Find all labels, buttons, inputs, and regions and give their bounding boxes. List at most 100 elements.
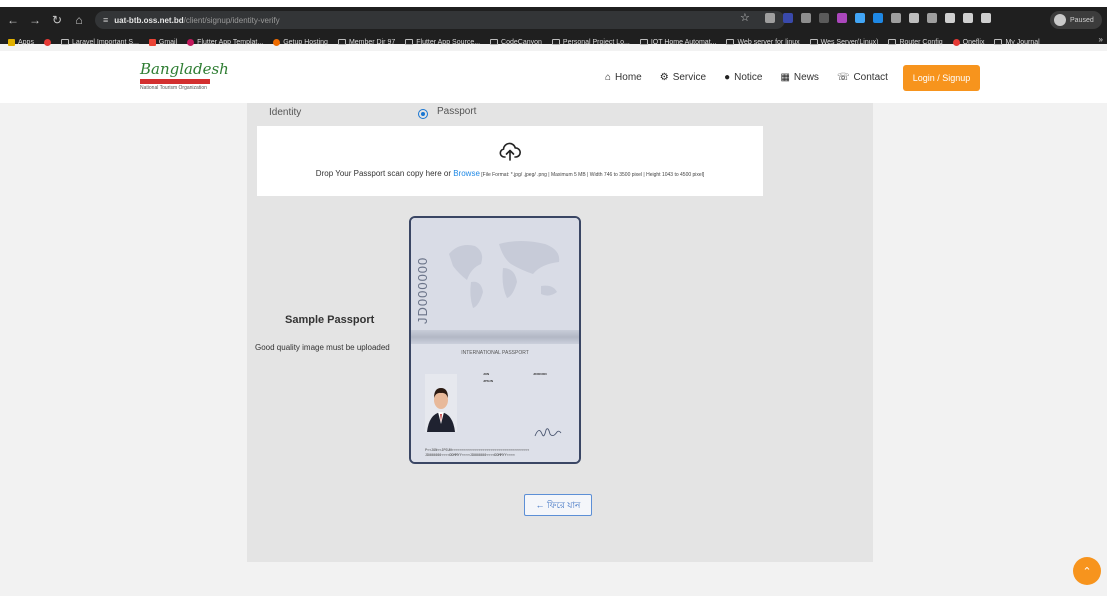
folder-icon: [994, 39, 1003, 45]
back-arrow-icon[interactable]: ←: [4, 11, 22, 29]
folder-icon: [490, 39, 499, 45]
menu-news[interactable]: ▦ News: [780, 72, 818, 83]
extension-icon[interactable]: [783, 13, 793, 23]
file-format-note: [File Format: *.jpg/ .jpeg/ .png | Maxim…: [479, 172, 705, 178]
passport-fold: [411, 330, 579, 344]
sample-passport-image: JD000000 INTERNATIONAL PASSPORT JON JPSU…: [409, 216, 581, 464]
passport-radio-label[interactable]: Passport: [437, 106, 476, 117]
apps-grid-icon: [8, 38, 15, 46]
menu-service[interactable]: ⚙ Service: [660, 72, 706, 83]
passport-data-page: INTERNATIONAL PASSPORT JON JPSUN JD00000…: [411, 344, 579, 462]
passport-heading: INTERNATIONAL PASSPORT: [461, 350, 529, 356]
logo-text: Bangladesh: [140, 60, 229, 78]
double-chevron-up-icon: ⌃: [1082, 565, 1092, 578]
flutter-icon: [187, 38, 195, 46]
folder-icon: [337, 39, 346, 45]
url-host: uat-btb.oss.net.bd: [114, 15, 184, 25]
avatar: [1054, 14, 1066, 26]
passport-mrz: P<<JON<<JPSUN<<<<<<<<<<<<<<<<<<<<<<<<<<<…: [425, 448, 530, 457]
bookmark-star-icon[interactable]: ☆: [740, 11, 750, 24]
bookmark-item[interactable]: Laravel Important S...: [60, 39, 139, 46]
download-icon[interactable]: [963, 13, 973, 23]
extension-icon[interactable]: [801, 13, 811, 23]
bookmark-item[interactable]: Web server for linux: [726, 39, 800, 46]
address-bar[interactable]: ≡ uat-btb.oss.net.bd /client/signup/iden…: [95, 11, 785, 29]
folder-icon: [405, 39, 414, 45]
profile-button[interactable]: Paused: [1050, 11, 1102, 29]
notice-icon: ●: [724, 71, 731, 83]
signature-icon: [534, 428, 562, 437]
menu-contact[interactable]: ☏ Contact: [837, 72, 888, 83]
gmail-icon: [148, 38, 156, 46]
extension-icon[interactable]: [927, 13, 937, 23]
cloud-upload-icon: [499, 142, 521, 161]
bookmarks-overflow-icon[interactable]: »: [1099, 35, 1103, 44]
identity-verify-panel: Identity Passport Drop Your Passport sca…: [247, 103, 873, 562]
browse-link[interactable]: Browse: [453, 169, 480, 178]
bookmark-item[interactable]: CodeCanyon: [490, 39, 542, 46]
bookmark-item[interactable]: Wes Server(Linux): [809, 39, 878, 46]
forward-arrow-icon[interactable]: →: [26, 11, 44, 29]
logo-subtitle: National Tourism Organization: [140, 85, 207, 91]
browser-top-edge: [0, 0, 1107, 7]
site-info-icon[interactable]: ≡: [103, 15, 108, 25]
contact-icon: ☏: [836, 71, 850, 83]
identity-label: Identity: [269, 107, 302, 118]
passport-fields-left: JON JPSUN: [483, 372, 493, 386]
folder-icon: [809, 39, 818, 45]
bookmark-item[interactable]: Oneflix: [952, 38, 984, 46]
pen-extension-icon[interactable]: [765, 13, 775, 23]
browser-toolbar: ← → ↻ ⌂ ≡ uat-btb.oss.net.bd /client/sig…: [0, 7, 1107, 33]
menu-notice[interactable]: ● Notice: [724, 72, 762, 83]
passport-dropzone[interactable]: Drop Your Passport scan copy here or Bro…: [257, 126, 763, 196]
sample-passport-title: Sample Passport: [285, 314, 375, 326]
extension-icon[interactable]: [873, 13, 883, 23]
site-logo[interactable]: Bangladesh National Tourism Organization: [140, 60, 229, 95]
home-browser-icon[interactable]: ⌂: [70, 11, 88, 29]
site-header: Bangladesh National Tourism Organization…: [0, 51, 1107, 103]
folder-icon: [551, 39, 560, 45]
puzzle-icon[interactable]: [945, 13, 955, 23]
folder-icon: [726, 39, 735, 45]
bookmark-apps[interactable]: Apps: [8, 38, 34, 46]
bookmark-item[interactable]: Gmail: [148, 38, 177, 46]
dropzone-text: Drop Your Passport scan copy here or Bro…: [315, 169, 705, 178]
home-icon: ⌂: [605, 71, 612, 83]
folder-icon: [888, 39, 897, 45]
oneflix-icon: [952, 38, 960, 46]
logo-band: [140, 79, 210, 84]
extension-icon[interactable]: [837, 13, 847, 23]
reload-icon[interactable]: ↻: [48, 11, 66, 29]
bookmark-item[interactable]: IOT Home Automat...: [639, 39, 716, 46]
login-signup-button[interactable]: Login / Signup: [903, 65, 980, 91]
getup-icon: [273, 38, 281, 46]
passport-given-name: JON: [483, 372, 490, 376]
folder-icon: [639, 39, 648, 45]
youtube-icon: [43, 38, 51, 46]
back-button[interactable]: ← ফিরে যান: [524, 494, 592, 516]
extension-icon[interactable]: [855, 13, 865, 23]
sidebar-icon[interactable]: [981, 13, 991, 23]
bookmark-item[interactable]: Personal Project Lo...: [551, 39, 630, 46]
bookmark-item[interactable]: Flutter App Templat...: [187, 38, 263, 46]
bookmark-item[interactable]: Member Dir 97: [337, 39, 395, 46]
service-icon: ⚙: [659, 71, 669, 83]
scroll-to-top-button[interactable]: ⌃: [1073, 557, 1101, 585]
url-path: /client/signup/identity-verify: [183, 15, 280, 25]
passport-no-field: JD000000: [533, 372, 547, 376]
bookmark-item[interactable]: Router Config: [888, 39, 943, 46]
bookmark-item[interactable]: Flutter App Source...: [405, 39, 480, 46]
bookmark-item[interactable]: My Journal: [994, 39, 1040, 46]
bookmarks-bar: Apps Laravel Important S... Gmail Flutte…: [0, 33, 1107, 51]
passport-photo: [425, 374, 457, 432]
extension-icon[interactable]: [819, 13, 829, 23]
bookmark-item[interactable]: Getup Hosting: [273, 38, 328, 46]
menu-home[interactable]: ⌂ Home: [605, 72, 642, 83]
extension-icon[interactable]: [891, 13, 901, 23]
main-menu: ⌂ Home ⚙ Service ● Notice ▦ News ☏ Contact: [605, 65, 888, 89]
passport-top-page: JD000000: [411, 218, 579, 336]
passport-number-vertical: JD000000: [415, 256, 430, 324]
bookmark-item[interactable]: [43, 38, 51, 46]
passport-radio[interactable]: [418, 109, 428, 119]
extension-icon[interactable]: [909, 13, 919, 23]
